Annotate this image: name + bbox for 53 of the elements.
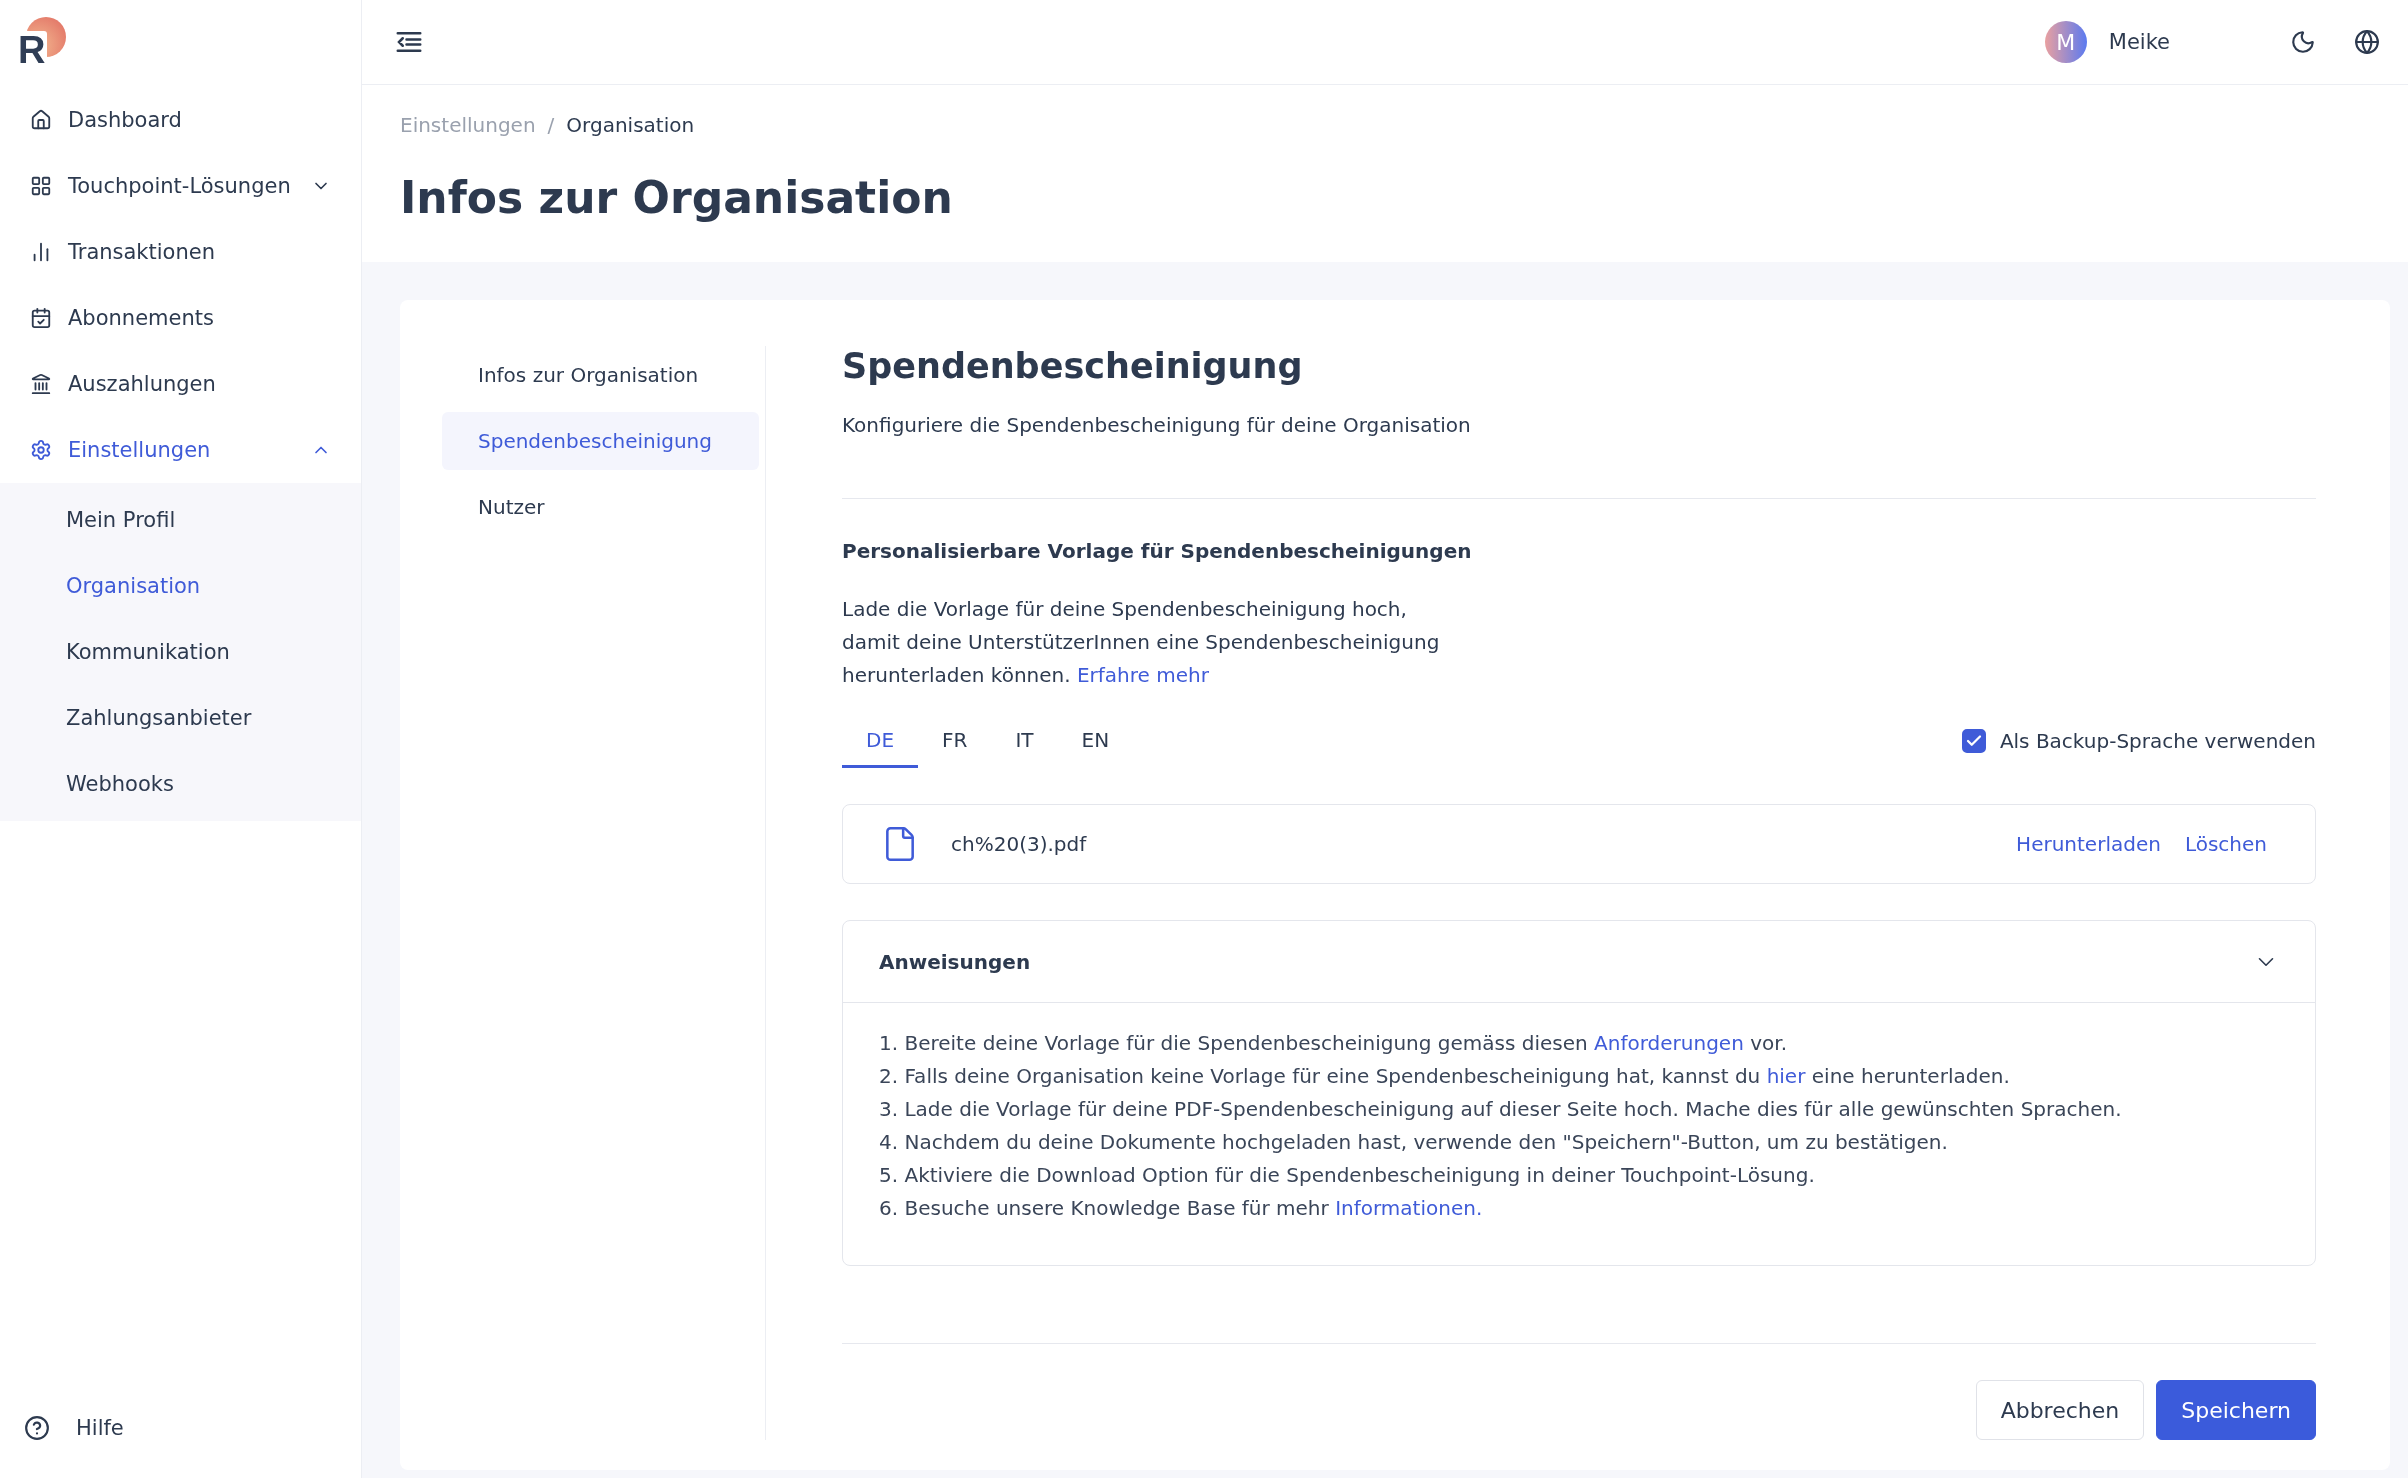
instruction-step: 3. Lade die Vorlage für deine PDF-Spendenbescheinigung auf dieser Seite hoch. Mache dies für alle gewünschten Sprachen. xyxy=(879,1093,2279,1126)
template-heading: Personalisierbare Vorlage für Spendenbescheinigungen xyxy=(842,539,1473,563)
file-name: ch%20(3).pdf xyxy=(951,832,1088,856)
section-title: Spendenbescheinigung xyxy=(842,346,1304,386)
template-description: Lade die Vorlage für deine Spendenbescheinigung hoch, damit deine UnterstützerInnen eine Spendenbescheinigung herunterladen können. Erfahre mehr xyxy=(842,596,1441,689)
page-title: Infos zur Organisation xyxy=(400,172,954,223)
user-name[interactable]: Meike xyxy=(2108,30,2170,54)
learn-more-link[interactable]: Erfahre mehr xyxy=(1076,663,1209,687)
sidebar-subitem[interactable]: Mein Profil xyxy=(0,487,361,553)
checkbox[interactable] xyxy=(1961,729,1986,753)
link[interactable]: hier xyxy=(1766,1064,1806,1088)
globe-icon[interactable] xyxy=(2354,29,2380,55)
section-nav-item[interactable]: Spendenbescheinigung xyxy=(442,412,759,470)
language-tab[interactable]: DE xyxy=(842,714,919,768)
moon-icon[interactable] xyxy=(2290,29,2316,55)
sidebar-item[interactable]: Auszahlungen xyxy=(0,351,361,417)
sidebar-item[interactable]: Einstellungen xyxy=(0,417,361,483)
instructions-title[interactable]: Anweisungen xyxy=(879,949,1031,974)
section-subtitle: Konfiguriere die Spendenbescheinigung für deine Organisation xyxy=(842,413,1472,437)
sidebar-subitem[interactable]: Kommunikation xyxy=(0,619,361,685)
help-icon xyxy=(24,1415,50,1441)
language-tab[interactable]: FR xyxy=(918,714,992,768)
save-button[interactable]: Speichern xyxy=(2156,1380,2316,1440)
instruction-step: 5. Aktiviere die Download Option für die Spendenbescheinigung in deiner Touchpoint-Lösung. xyxy=(879,1159,2279,1192)
instruction-step: 2. Falls deine Organisation keine Vorlage für eine Spendenbescheinigung hat, kannst du hier eine herunterladen. xyxy=(879,1060,2279,1093)
calendar-check-icon xyxy=(30,307,52,329)
bank-icon xyxy=(30,373,52,395)
instruction-step: 6. Besuche unsere Knowledge Base für mehr Informationen. xyxy=(879,1192,2279,1225)
settings-icon xyxy=(30,439,52,461)
sidebar-subitem[interactable]: Organisation xyxy=(0,553,361,619)
instruction-step: 1. Bereite deine Vorlage für die Spendenbescheinigung gemäss diesen Anforderungen vor. xyxy=(879,1027,2279,1060)
help-link[interactable]: Hilfe xyxy=(76,1416,124,1440)
section-nav-item[interactable]: Nutzer xyxy=(442,478,759,536)
sidebar-item[interactable]: Abonnements xyxy=(0,285,361,351)
section-nav-item[interactable]: Infos zur Organisation xyxy=(442,346,759,404)
house-icon xyxy=(30,109,52,131)
breadcrumb-item: Organisation xyxy=(566,113,695,137)
sidebar-subitem[interactable]: Webhooks xyxy=(0,751,361,817)
link[interactable]: Anforderungen xyxy=(1594,1031,1744,1055)
file-action-link[interactable]: Herunterladen xyxy=(2016,832,2161,856)
cancel-button[interactable]: Abbrechen xyxy=(1975,1380,2145,1440)
instruction-step: 4. Nachdem du deine Dokumente hochgeladen hast, verwende den "Speichern"-Button, um zu bestätigen. xyxy=(879,1126,2279,1159)
file-action-link[interactable]: Löschen xyxy=(2184,832,2267,856)
language-tab[interactable]: EN xyxy=(1057,714,1134,768)
grid-icon xyxy=(30,175,52,197)
breadcrumb-separator: / xyxy=(547,113,555,137)
sidebar-item[interactable]: Dashboard xyxy=(0,87,361,153)
checkbox-label: Als Backup-Sprache verwenden xyxy=(1999,729,2316,753)
link[interactable]: Informationen. xyxy=(1335,1196,1483,1220)
sidebar-item[interactable]: Transaktionen xyxy=(0,219,361,285)
sidebar-subitem[interactable]: Zahlungsanbieter xyxy=(0,685,361,751)
sidebar-item[interactable]: Touchpoint-Lösungen xyxy=(0,153,361,219)
language-tab[interactable]: IT xyxy=(991,714,1058,768)
